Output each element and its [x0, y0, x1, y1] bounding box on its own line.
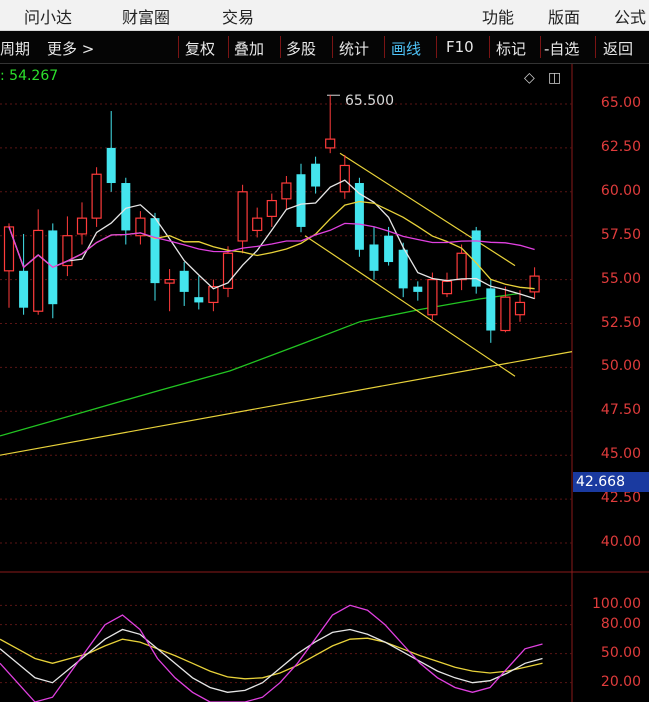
menu-gongneng[interactable]: 功能 — [482, 4, 514, 28]
candle-body — [194, 297, 204, 303]
ma-green-line — [0, 292, 519, 437]
price-tick-label: 42.50 — [600, 490, 641, 507]
price-tick-label: 45.00 — [600, 446, 641, 463]
menu-wenxiaoda[interactable]: 问小达 — [24, 4, 72, 28]
back-button[interactable]: 返回 — [603, 38, 633, 59]
current-price-tag: 42.668 — [573, 472, 649, 492]
chart-canvas[interactable] — [0, 64, 649, 702]
candle-body — [398, 249, 408, 289]
channel-lower-line — [304, 235, 516, 377]
overlay-button[interactable]: 叠加 — [234, 38, 264, 59]
candle-body — [252, 217, 263, 232]
statistics-button[interactable]: 统计 — [339, 38, 369, 59]
candle-body — [500, 296, 511, 332]
candle-body — [325, 138, 336, 149]
osc-tick-label: 80.00 — [600, 615, 641, 632]
grid — [0, 64, 649, 702]
peak-price-label: 65.500 — [345, 93, 394, 109]
candle-body — [266, 199, 277, 217]
candle-body — [529, 275, 540, 293]
candle-body — [456, 252, 467, 281]
candle-body — [427, 279, 438, 316]
price-tick-label: 60.00 — [600, 182, 641, 199]
candle-body — [514, 301, 526, 316]
price-tick-label: 50.00 — [600, 358, 641, 375]
price-tick-label: 47.50 — [600, 402, 641, 419]
period-button[interactable]: 周期 — [0, 38, 30, 59]
candle-body — [296, 174, 306, 227]
candle-body — [179, 270, 189, 292]
price-tick-label: 40.00 — [600, 534, 641, 550]
candle-body — [33, 229, 44, 312]
osc-tick-label: 100.00 — [592, 596, 641, 613]
candles — [3, 95, 540, 343]
candle-body — [441, 280, 453, 295]
candle-body — [339, 164, 350, 193]
candle-body — [384, 235, 394, 263]
candle-body — [121, 183, 131, 231]
multi-stock-button[interactable]: 多股 — [286, 38, 316, 59]
price-tick-label: 57.50 — [600, 226, 641, 243]
candle-body — [76, 217, 88, 235]
candle-body — [486, 288, 496, 331]
fuquan-button[interactable]: 复权 — [185, 38, 215, 59]
draw-line-button[interactable]: 画线 — [391, 38, 421, 59]
price-tick-label: 55.00 — [600, 270, 641, 287]
menu-caifuquan[interactable]: 财富圈 — [122, 4, 170, 28]
price-tick-label: 62.50 — [600, 138, 641, 155]
diamond-icon[interactable]: ◇ — [524, 70, 535, 86]
mark-button[interactable]: 标记 — [496, 38, 526, 59]
ma-long-line — [0, 292, 519, 437]
candle-body — [19, 270, 29, 308]
ma-readout: : 54.267 — [0, 68, 59, 84]
menu-banmian[interactable]: 版面 — [548, 4, 580, 28]
more-button[interactable]: 更多 > — [47, 38, 94, 59]
candle-body — [237, 191, 248, 242]
candle-body — [311, 163, 321, 187]
price-tick-label: 52.50 — [600, 314, 641, 331]
candle-body — [413, 286, 423, 292]
remove-watchlist-button[interactable]: -自选 — [544, 38, 579, 59]
menu-gongshi[interactable]: 公式 — [614, 4, 646, 28]
candle-body — [3, 226, 15, 272]
top-menubar: 问小达 财富圈 交易 功能 版面 公式 — [0, 0, 649, 31]
candle-body — [91, 173, 102, 219]
candle-body — [106, 147, 116, 184]
menu-jiaoyi[interactable]: 交易 — [222, 4, 254, 28]
osc-tick-label: 50.00 — [600, 644, 641, 661]
trend-lines — [0, 94, 573, 456]
panel-toggle-icon[interactable]: ◫ — [548, 70, 561, 86]
price-tick-label: 65.00 — [600, 95, 641, 111]
osc-tick-label: 20.00 — [600, 673, 641, 690]
candle-body — [164, 279, 175, 284]
candle-body — [369, 244, 379, 271]
f10-button[interactable]: F10 — [446, 38, 474, 56]
candle-body — [150, 218, 160, 284]
chart-toolbar: 周期 更多 > 复权 叠加 多股 统计 画线 F10 标记 -自选 返回 — [0, 31, 649, 64]
candle-body — [281, 182, 292, 200]
channel-upper-line — [339, 152, 516, 267]
